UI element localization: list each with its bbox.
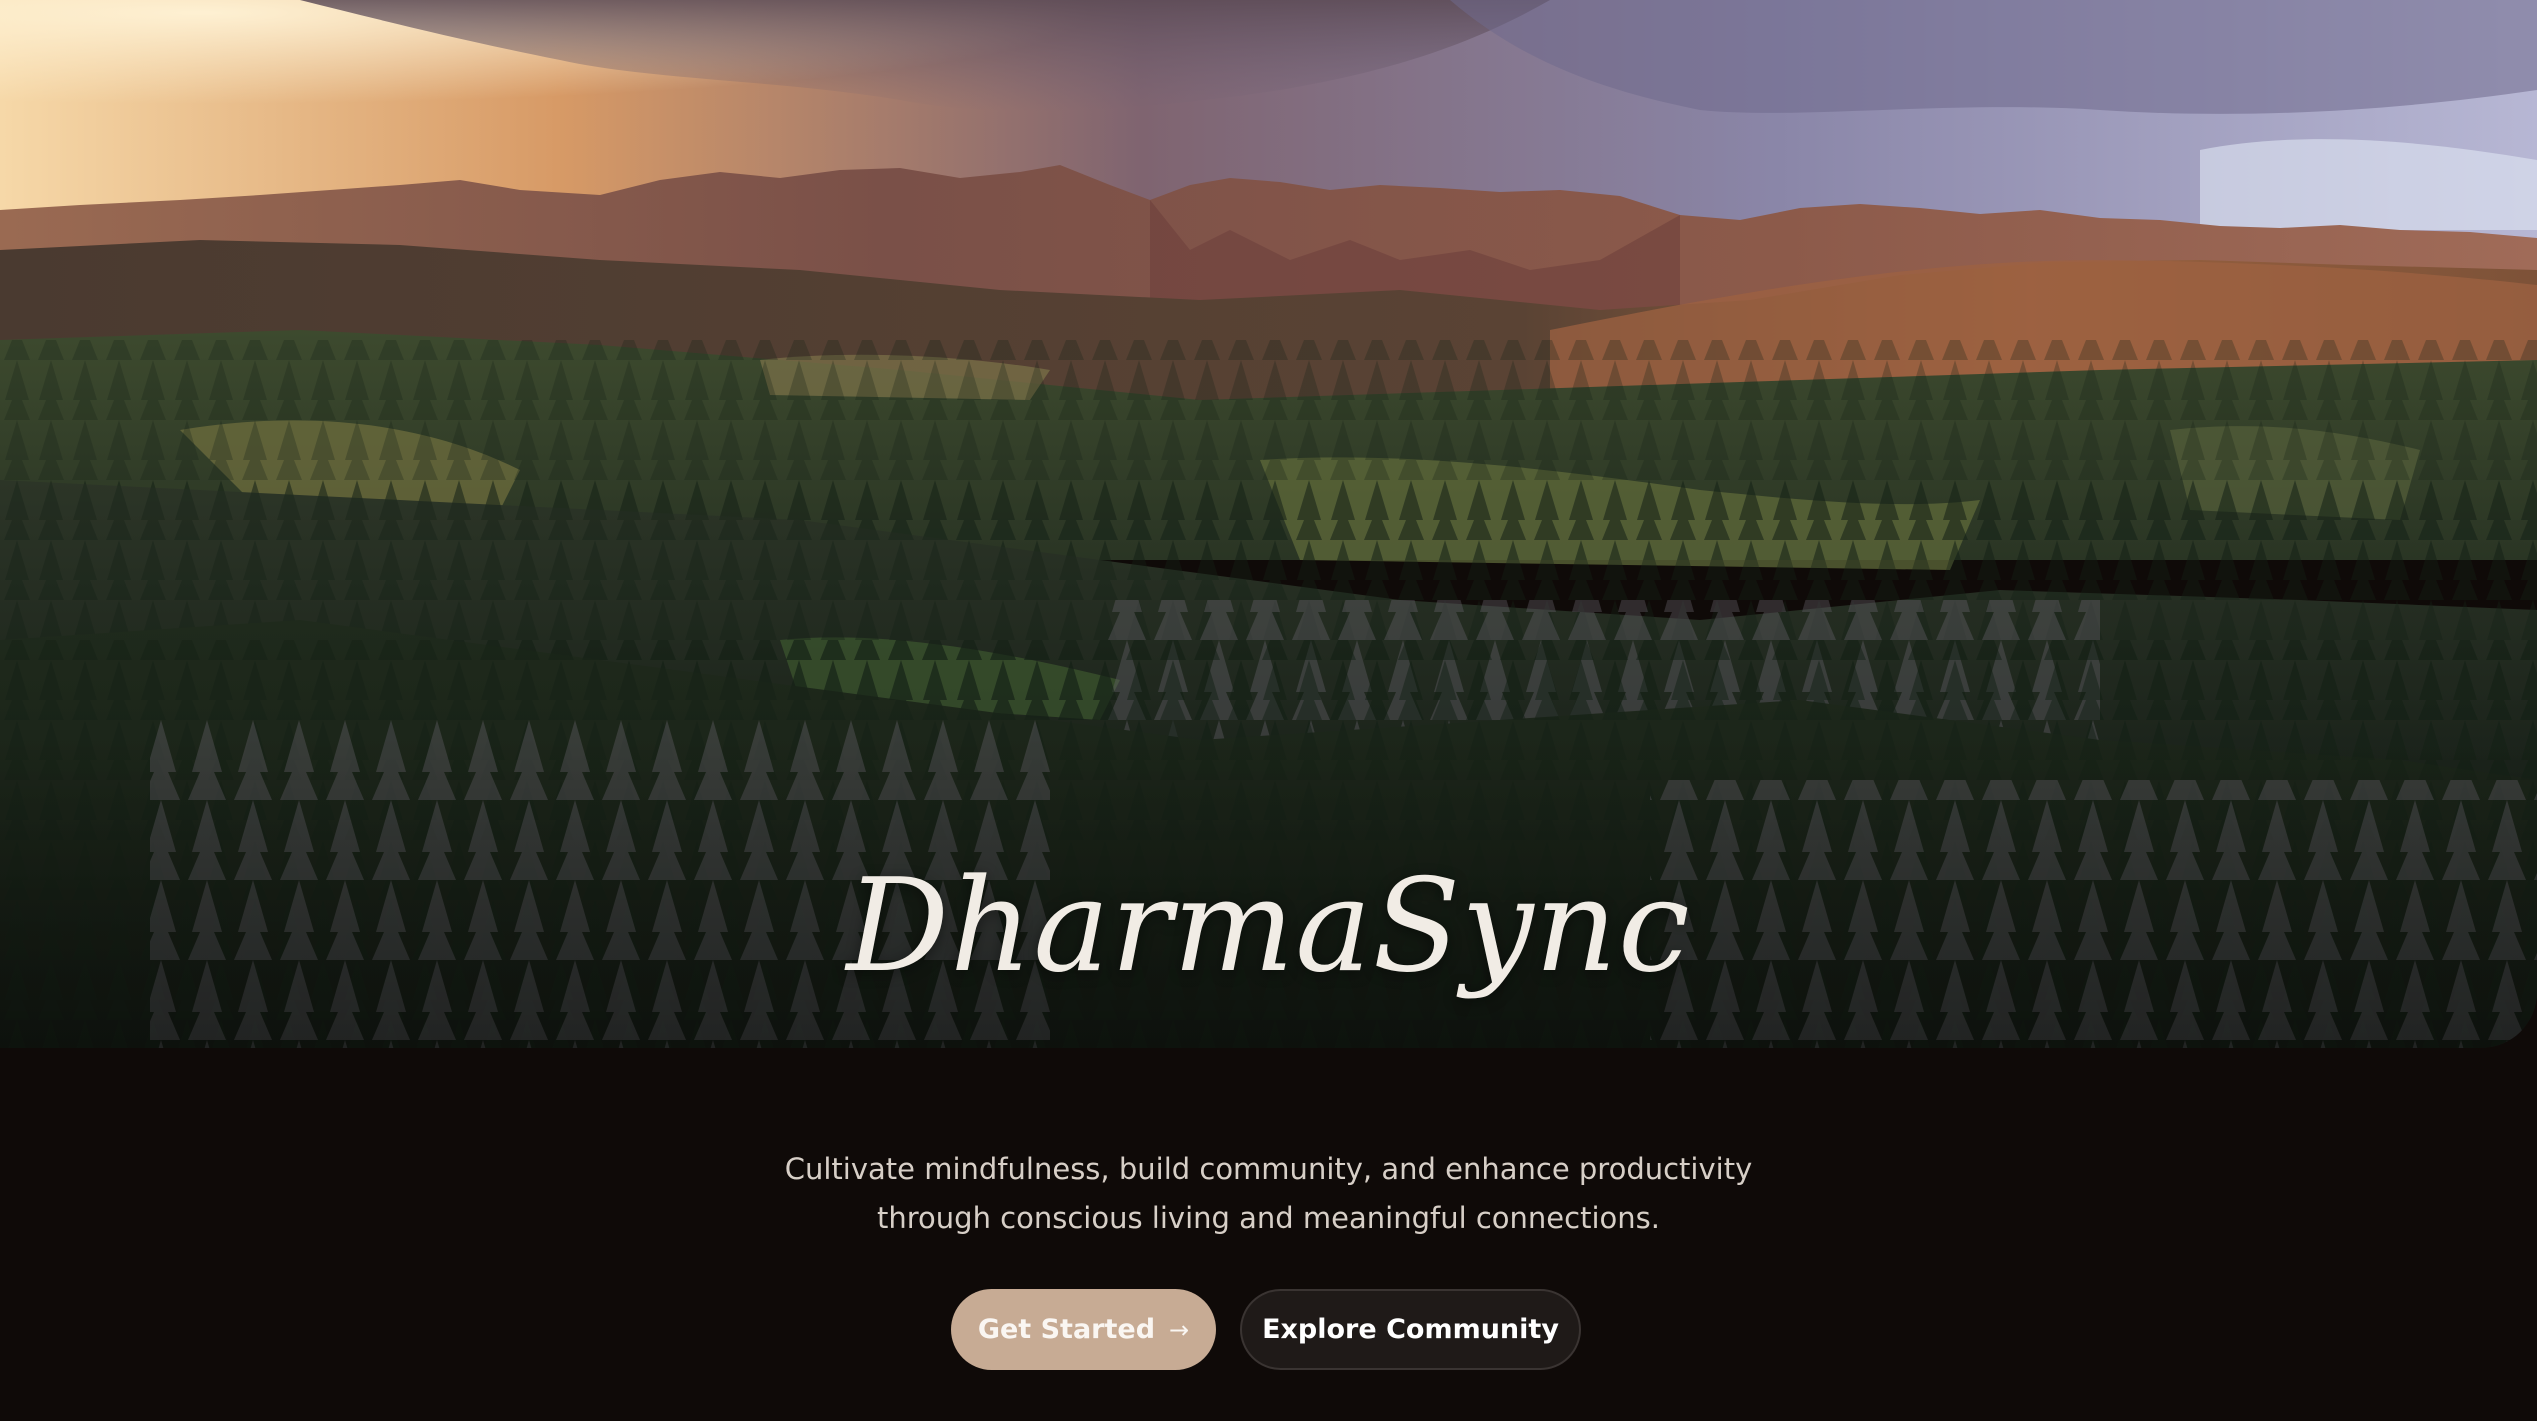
explore-community-label: Explore Community: [1262, 1314, 1559, 1345]
tagline-line-1: Cultivate mindfulness, build community, …: [784, 1152, 1753, 1186]
cta-button-group: Get Started → Explore Community: [0, 1289, 2537, 1370]
landing-page: DharmaSync Cultivate mindfulness, build …: [0, 0, 2537, 1421]
tagline-line-2: through conscious living and meaningful …: [877, 1201, 1660, 1235]
get-started-button[interactable]: Get Started →: [951, 1289, 1216, 1370]
hero-tagline: Cultivate mindfulness, build community, …: [0, 1145, 2537, 1243]
hero-section: DharmaSync: [0, 0, 2537, 1048]
get-started-label: Get Started: [977, 1314, 1156, 1345]
explore-community-button[interactable]: Explore Community: [1240, 1289, 1581, 1370]
brand-title: DharmaSync: [846, 852, 1691, 1001]
arrow-right-icon: →: [1169, 1315, 1190, 1344]
